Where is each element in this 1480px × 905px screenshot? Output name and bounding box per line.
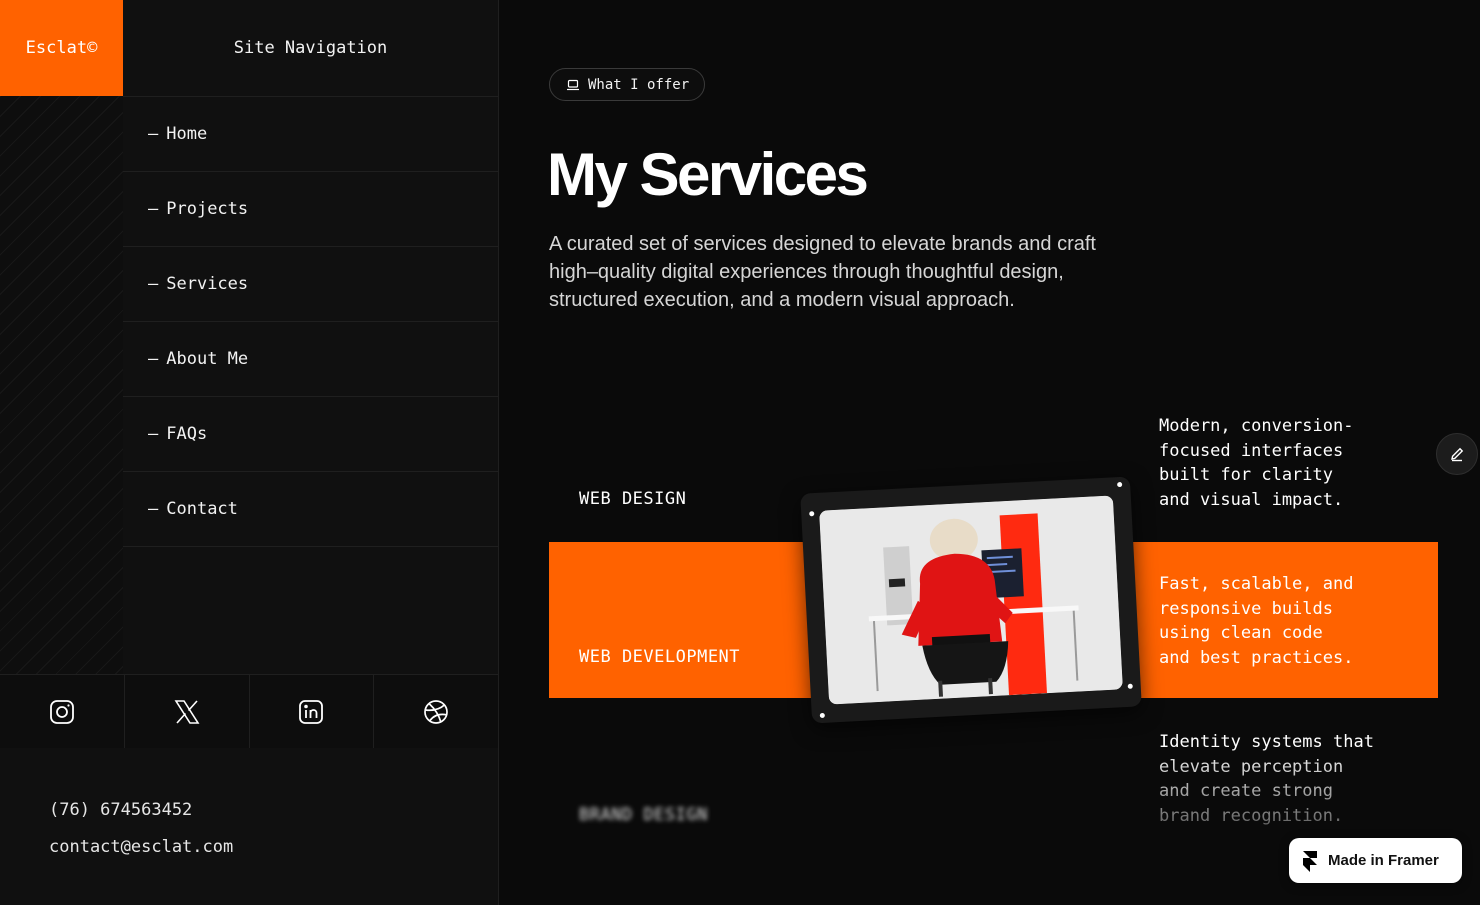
section-pill: What I offer (549, 68, 706, 101)
nav-item-label: Projects (166, 199, 249, 219)
linkedin-link[interactable] (250, 675, 375, 748)
person-at-desk-illustration (819, 495, 1123, 705)
dash: — (148, 424, 159, 444)
badge-label: Made in Framer (1328, 852, 1439, 869)
page-title: My Services (547, 141, 869, 208)
pencil-icon (1451, 447, 1464, 462)
nav-item-projects[interactable]: — Projects (123, 172, 498, 247)
service-desc-web-design: Modern, conversion- focused interfaces b… (1159, 416, 1354, 510)
dash: — (148, 499, 159, 519)
service-title-web-design[interactable]: WEB DESIGN (579, 489, 686, 509)
nav-item-label: Services (166, 274, 249, 294)
frame-dot (1127, 683, 1133, 689)
dash: — (148, 349, 159, 369)
nav-item-faqs[interactable]: — FAQs (123, 397, 498, 472)
edit-button[interactable] (1436, 433, 1478, 475)
nav-item-label: Home (166, 124, 208, 144)
nav-header: Site Navigation (123, 0, 498, 97)
made-in-framer-badge[interactable]: Made in Framer (1289, 838, 1462, 883)
frame-dot (819, 712, 825, 719)
brand-logo[interactable]: Esclat© (0, 0, 123, 96)
contact-info: (76) 674563452 contact@esclat.com (0, 748, 499, 905)
linkedin-icon (299, 699, 324, 724)
dribbble-icon (424, 699, 448, 724)
main-content: What I offer My Services A curated set o… (499, 0, 1480, 905)
service-title-brand-design[interactable]: BRAND DESIGN (579, 805, 708, 825)
social-links (0, 674, 499, 749)
service-desc-web-development: Fast, scalable, and responsive builds us… (1159, 574, 1354, 668)
instagram-link[interactable] (0, 675, 125, 748)
dash: — (148, 124, 159, 144)
instagram-icon (49, 699, 74, 724)
nav-item-label: About Me (166, 349, 249, 369)
service-title-web-development[interactable]: WEB DEVELOPMENT (579, 647, 740, 667)
frame-dot (809, 511, 815, 517)
framer-logo-icon (1303, 850, 1317, 872)
nav-item-about[interactable]: — About Me (123, 322, 498, 397)
site-navigation: Site Navigation — Home — Projects — Service… (123, 0, 499, 674)
contact-email[interactable]: contact@esclat.com (49, 837, 233, 857)
nav-item-home[interactable]: — Home (123, 97, 498, 172)
dash: — (148, 274, 159, 294)
nav-item-label: FAQs (166, 424, 208, 444)
service-preview-frame (800, 476, 1142, 724)
nav-item-label: Contact (166, 499, 238, 519)
frame-dot (1117, 481, 1123, 488)
service-preview-image (819, 495, 1123, 705)
contact-phone[interactable]: (76) 674563452 (49, 800, 192, 820)
service-desc-brand-design: Identity systems that elevate perception… (1159, 732, 1374, 826)
dribbble-link[interactable] (374, 675, 498, 748)
decorative-stripes (0, 96, 124, 674)
nav-item-services[interactable]: — Services (123, 247, 498, 322)
x-icon (174, 699, 200, 724)
x-link[interactable] (125, 675, 250, 748)
pill-label: What I offer (588, 76, 690, 93)
dash: — (148, 199, 159, 219)
page-lead: A curated set of services designed to el… (549, 233, 1096, 311)
nav-item-contact[interactable]: — Contact (123, 472, 498, 547)
laptop-icon (567, 79, 579, 90)
